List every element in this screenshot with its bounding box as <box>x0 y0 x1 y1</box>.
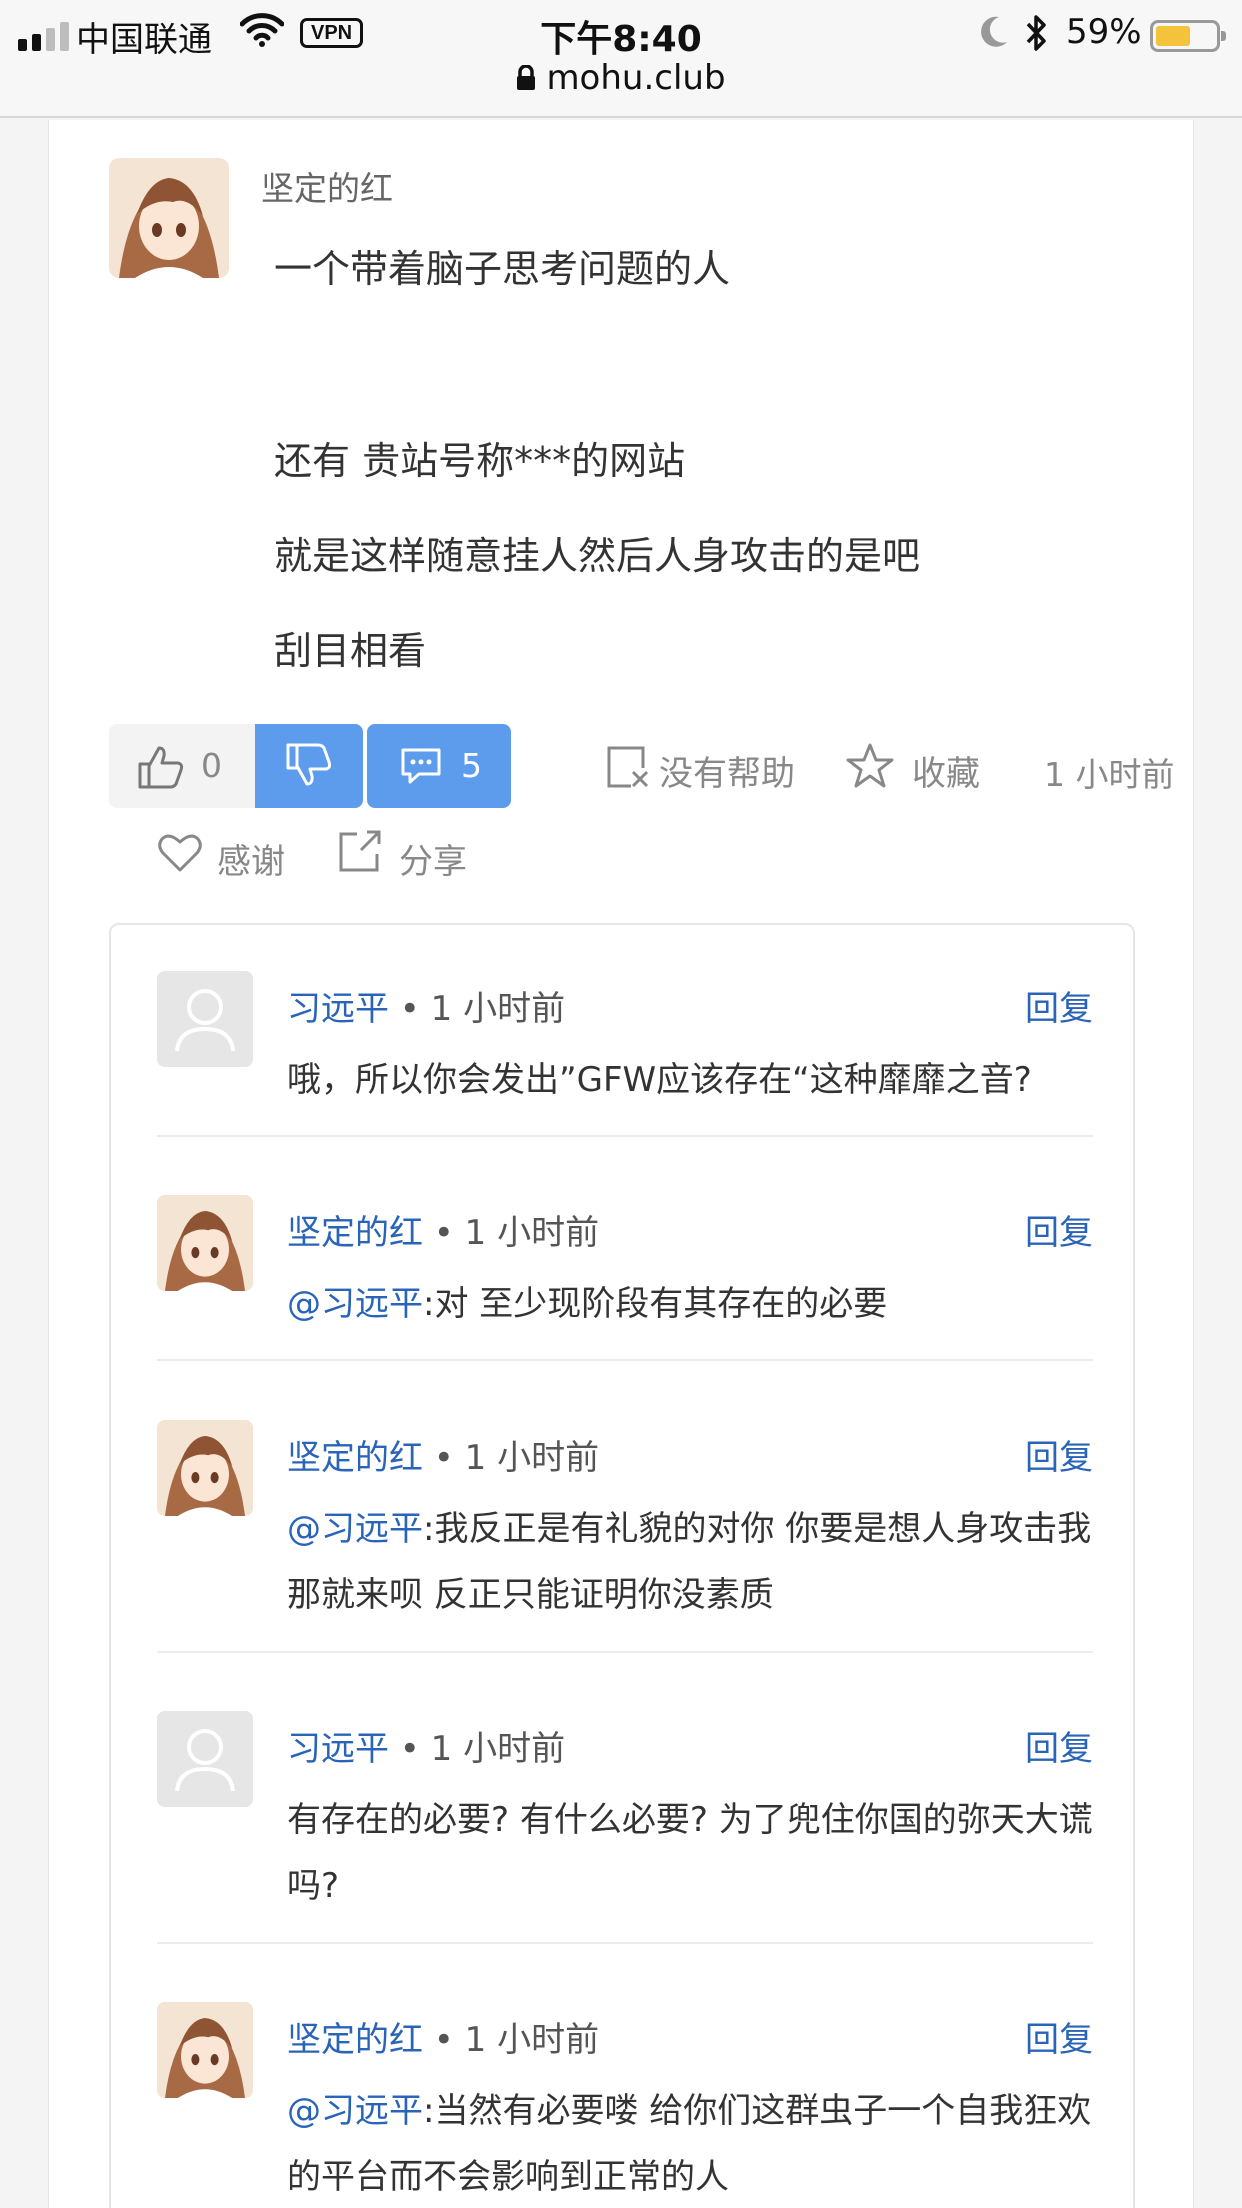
comments-button[interactable]: 5 <box>367 724 511 808</box>
anime-avatar[interactable] <box>157 1420 253 1516</box>
comment-divider <box>157 1651 1093 1653</box>
comment-divider <box>157 1359 1093 1361</box>
battery-icon <box>1150 20 1226 52</box>
post-text-line: 就是这样随意挂人然后人身攻击的是吧 <box>274 534 921 578</box>
reply-button[interactable]: 回复 <box>1025 1205 1093 1254</box>
reply-button[interactable]: 回复 <box>1025 1430 1093 1479</box>
default-avatar[interactable] <box>157 971 253 1067</box>
default-avatar[interactable] <box>157 1711 253 1807</box>
battery-percent: 59% <box>1066 12 1142 52</box>
downvote-button[interactable] <box>255 724 363 808</box>
comment-divider <box>157 1942 1093 1944</box>
upvote-count: 0 <box>201 746 222 785</box>
comment-time: • 1 小时前 <box>389 989 566 1029</box>
comment-divider <box>157 1135 1093 1137</box>
reply-button[interactable]: 回复 <box>1025 1721 1093 1770</box>
share-button[interactable]: 分享 <box>399 834 467 883</box>
comments-panel: 习远平 • 1 小时前 回复 哦，所以你会发出”GFW应该存在“这种靡靡之音? … <box>109 923 1135 2208</box>
comment-time: • 1 小时前 <box>423 1438 600 1478</box>
comment-username[interactable]: 习远平 <box>287 1729 389 1769</box>
moon-icon <box>977 14 1009 54</box>
post-text-line: 一个带着脑子思考问题的人 <box>274 247 731 291</box>
favorite-button[interactable]: 收藏 <box>912 746 980 795</box>
mention-link[interactable]: @习远平 <box>287 1509 423 1549</box>
mention-link[interactable]: @习远平 <box>287 1284 423 1324</box>
url-text: mohu.club <box>546 58 726 98</box>
reply-button[interactable]: 回复 <box>1025 981 1093 1030</box>
anime-avatar[interactable] <box>157 2002 253 2098</box>
comment-icon <box>399 746 443 790</box>
star-icon <box>845 742 895 794</box>
comment-username[interactable]: 习远平 <box>287 989 389 1029</box>
comment-text: @习远平:我反正是有礼貌的对你 你要是想人身攻击我 那就来呗 反正只能证明你没素… <box>287 1509 1092 1615</box>
comment-text: 有存在的必要? 有什么必要? 为了兜住你国的弥天大谎吗? <box>287 1800 1093 1906</box>
heart-icon <box>157 832 203 878</box>
comment-text: @习远平:对 至少现阶段有其存在的必要 <box>287 1284 888 1324</box>
comment-time: • 1 小时前 <box>423 2020 600 2060</box>
post-text-line: 还有 贵站号称***的网站 <box>274 439 686 483</box>
comment-username[interactable]: 坚定的红 <box>287 2020 423 2060</box>
comment-time: • 1 小时前 <box>423 1213 600 1253</box>
mention-link[interactable]: @习远平 <box>287 2091 423 2131</box>
comment-username[interactable]: 坚定的红 <box>287 1438 423 1478</box>
thanks-button[interactable]: 感谢 <box>217 834 285 883</box>
reply-button[interactable]: 回复 <box>1025 2012 1093 2061</box>
status-bar: 中国联通 VPN 下午8:40 59% mohu.club <box>0 0 1242 118</box>
anime-avatar[interactable] <box>157 1195 253 1291</box>
not-helpful-button[interactable]: 没有帮助 <box>659 746 795 795</box>
author-avatar[interactable] <box>109 158 229 278</box>
not-helpful-icon <box>605 744 651 794</box>
url-bar[interactable]: mohu.club <box>0 58 1242 100</box>
comment-text: 哦，所以你会发出”GFW应该存在“这种靡靡之音? <box>287 1060 1032 1100</box>
comment-count: 5 <box>461 746 482 785</box>
thumbs-down-icon <box>285 742 333 792</box>
post-text-line: 刮目相看 <box>274 629 427 673</box>
share-icon <box>337 828 383 878</box>
comment-username[interactable]: 坚定的红 <box>287 1213 423 1253</box>
post-time: 1 小时前 <box>1044 755 1175 794</box>
thumbs-up-icon <box>137 744 185 794</box>
answer-card: 坚定的红 一个带着脑子思考问题的人 还有 贵站号称***的网站 就是这样随意挂人… <box>48 120 1194 2208</box>
comment-text: @习远平:当然有必要喽 给你们这群虫子一个自我狂欢的平台而不会影响到正常的人 <box>287 2091 1092 2197</box>
upvote-button[interactable]: 0 <box>109 724 255 808</box>
bluetooth-icon <box>1024 14 1050 56</box>
lock-icon <box>516 60 536 100</box>
status-time: 下午8:40 <box>540 19 702 60</box>
comment-time: • 1 小时前 <box>389 1729 566 1769</box>
author-name[interactable]: 坚定的红 <box>261 162 393 210</box>
